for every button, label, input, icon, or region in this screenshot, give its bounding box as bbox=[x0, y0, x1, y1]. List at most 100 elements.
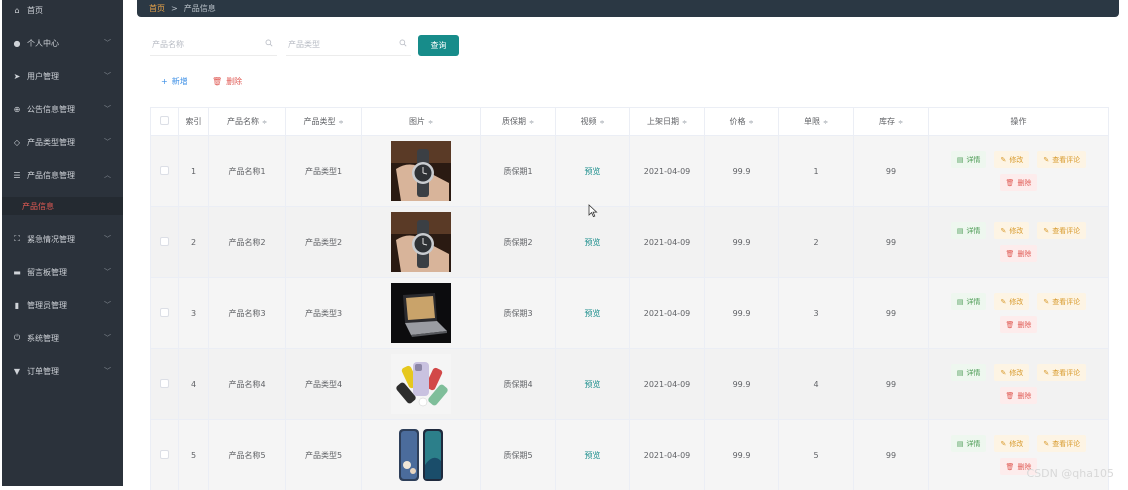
sidebar-item-label: 产品信息管理 bbox=[27, 170, 75, 180]
sidebar-item-10[interactable]: ▼ 订单管理 ﹀ bbox=[2, 361, 123, 381]
batch-delete-button[interactable]: 🗑 删除 bbox=[212, 76, 242, 87]
sort-icon[interactable]: ≑ bbox=[682, 119, 687, 126]
column-header[interactable]: 价格 ≑ bbox=[704, 107, 779, 136]
view-comments-button[interactable]: ✎ 查看评论 bbox=[1037, 151, 1087, 168]
cell-limit: 4 bbox=[778, 348, 854, 420]
plus-circle-icon: ⊕ bbox=[13, 104, 21, 114]
sidebar-item-9[interactable]: ⏻ 系统管理 ﹀ bbox=[2, 328, 123, 348]
sidebar-item-2[interactable]: ➤ 用户管理 ﹀ bbox=[2, 66, 123, 86]
sort-icon[interactable]: ≑ bbox=[823, 119, 828, 126]
edit-icon: ✎ bbox=[1043, 226, 1050, 235]
row-checkbox[interactable] bbox=[160, 165, 169, 175]
view-comments-button[interactable]: ✎ 查看评论 bbox=[1037, 293, 1087, 310]
edit-label: 修改 bbox=[1009, 155, 1024, 164]
edit-button[interactable]: ✎ 修改 bbox=[994, 435, 1030, 452]
column-header-label: 操作 bbox=[1010, 117, 1027, 126]
sort-icon[interactable]: ≑ bbox=[748, 119, 753, 126]
document-icon: ▤ bbox=[956, 297, 964, 306]
mouse-cursor-icon bbox=[588, 204, 598, 218]
column-header-label: 图片 bbox=[408, 117, 425, 126]
row-checkbox[interactable] bbox=[160, 307, 169, 317]
cell-stock: 99 bbox=[853, 348, 929, 420]
detail-button[interactable]: ▤ 详情 bbox=[950, 222, 987, 239]
row-checkbox[interactable] bbox=[160, 378, 169, 388]
edit-label: 修改 bbox=[1009, 368, 1024, 377]
chevron-down-icon: ﹀ bbox=[104, 334, 111, 342]
edit-button[interactable]: ✎ 修改 bbox=[994, 293, 1030, 310]
column-header[interactable]: 单限 ≑ bbox=[778, 107, 854, 136]
cell-operations: ▤ 详情 ✎ 修改 ✎ 查看评论 🗑 删除 bbox=[928, 277, 1109, 349]
add-button[interactable]: + 新增 bbox=[161, 76, 188, 87]
sidebar-subitem-label: 产品信息 bbox=[22, 201, 54, 211]
sort-icon[interactable]: ≑ bbox=[529, 119, 534, 126]
sort-icon[interactable]: ≑ bbox=[898, 119, 903, 126]
column-header[interactable]: 质保期 ≑ bbox=[480, 107, 556, 136]
column-header[interactable]: 产品名称 ≑ bbox=[208, 107, 286, 136]
video-preview-link[interactable]: 预览 bbox=[585, 309, 601, 318]
product-type-input[interactable] bbox=[286, 40, 411, 49]
detail-label: 详情 bbox=[966, 297, 981, 306]
cell-operations: ▤ 详情 ✎ 修改 ✎ 查看评论 🗑 删除 bbox=[928, 135, 1109, 207]
column-header[interactable]: 产品类型 ≑ bbox=[285, 107, 362, 136]
video-preview-link[interactable]: 预览 bbox=[585, 451, 601, 460]
select-all-checkbox[interactable] bbox=[160, 116, 169, 125]
detail-button[interactable]: ▤ 详情 bbox=[950, 364, 987, 381]
video-preview-link[interactable]: 预览 bbox=[585, 380, 601, 389]
row-checkbox[interactable] bbox=[160, 449, 169, 459]
sidebar-item-7[interactable]: ▬ 留言板管理 ﹀ bbox=[2, 262, 123, 282]
row-checkbox[interactable] bbox=[160, 236, 169, 246]
query-button[interactable]: 查询 bbox=[418, 35, 459, 56]
cell-warranty: 质保期4 bbox=[480, 348, 556, 420]
sidebar-item-3[interactable]: ⊕ 公告信息管理 ﹀ bbox=[2, 99, 123, 119]
view-comments-button[interactable]: ✎ 查看评论 bbox=[1037, 435, 1087, 452]
column-header[interactable]: 视频 ≑ bbox=[555, 107, 630, 136]
view-comments-button[interactable]: ✎ 查看评论 bbox=[1037, 364, 1087, 381]
video-preview-link[interactable]: 预览 bbox=[585, 238, 601, 247]
detail-button[interactable]: ▤ 详情 bbox=[950, 435, 987, 452]
delete-button[interactable]: 🗑 删除 bbox=[999, 245, 1038, 262]
sidebar-subitem-product-info[interactable]: 产品信息 bbox=[2, 197, 123, 215]
detail-button[interactable]: ▤ 详情 bbox=[950, 151, 987, 168]
video-preview-link[interactable]: 预览 bbox=[585, 167, 601, 176]
cell-date: 2021-04-09 bbox=[629, 206, 705, 278]
cell-price: 99.9 bbox=[704, 419, 779, 490]
edit-icon: ✎ bbox=[1000, 226, 1007, 235]
sort-icon[interactable]: ≑ bbox=[428, 119, 433, 126]
sidebar-item-1[interactable]: ● 个人中心 ﹀ bbox=[2, 33, 123, 53]
cell-warranty: 质保期3 bbox=[480, 277, 556, 349]
sidebar-item-0[interactable]: ⌂ 首页 bbox=[2, 0, 123, 20]
cell-video: 预览 bbox=[555, 419, 630, 490]
delete-button[interactable]: 🗑 删除 bbox=[999, 316, 1038, 333]
sidebar-item-5[interactable]: ☰ 产品信息管理 ︿ bbox=[2, 165, 123, 185]
column-header[interactable]: 库存 ≑ bbox=[853, 107, 929, 136]
sort-icon[interactable]: ≑ bbox=[262, 119, 267, 126]
breadcrumb-home[interactable]: 首页 bbox=[149, 3, 165, 14]
document-icon: ▤ bbox=[956, 226, 964, 235]
edit-button[interactable]: ✎ 修改 bbox=[994, 151, 1030, 168]
column-header[interactable]: 图片 ≑ bbox=[361, 107, 481, 136]
delete-button[interactable]: 🗑 删除 bbox=[999, 174, 1038, 191]
column-header: 索引 bbox=[178, 107, 209, 136]
edit-button[interactable]: ✎ 修改 bbox=[994, 364, 1030, 381]
sidebar-item-6[interactable]: ⛶ 紧急情况管理 ﹀ bbox=[2, 229, 123, 249]
product-name-input[interactable] bbox=[150, 40, 277, 49]
view-comments-button[interactable]: ✎ 查看评论 bbox=[1037, 222, 1087, 239]
edit-button[interactable]: ✎ 修改 bbox=[994, 222, 1030, 239]
app-root: ⌂ 首页 ● 个人中心 ﹀ ➤ 用户管理 ﹀ ⊕ 公告信息管理 ﹀ ◇ 产品类型管理 ﹀ ☰ 产品信息管理 ︿ ⛶… bbox=[0, 0, 1128, 490]
row-select-cell bbox=[150, 206, 179, 278]
sidebar-item-4[interactable]: ◇ 产品类型管理 ﹀ bbox=[2, 132, 123, 152]
sort-icon[interactable]: ≑ bbox=[338, 119, 343, 126]
edit-label: 修改 bbox=[1009, 297, 1024, 306]
product-image bbox=[391, 212, 451, 272]
edit-icon: ✎ bbox=[1043, 297, 1050, 306]
home-icon: ⌂ bbox=[14, 5, 20, 15]
cell-product-name: 产品名称5 bbox=[208, 419, 286, 490]
delete-button[interactable]: 🗑 删除 bbox=[999, 387, 1038, 404]
chevron-down-icon: ﹀ bbox=[104, 235, 111, 243]
layers-icon: ◇ bbox=[13, 137, 21, 147]
detail-button[interactable]: ▤ 详情 bbox=[950, 293, 987, 310]
sidebar-item-8[interactable]: ▮ 管理员管理 ﹀ bbox=[2, 295, 123, 315]
sort-icon[interactable]: ≑ bbox=[599, 119, 604, 126]
search-icon bbox=[399, 39, 407, 47]
column-header[interactable]: 上架日期 ≑ bbox=[629, 107, 705, 136]
